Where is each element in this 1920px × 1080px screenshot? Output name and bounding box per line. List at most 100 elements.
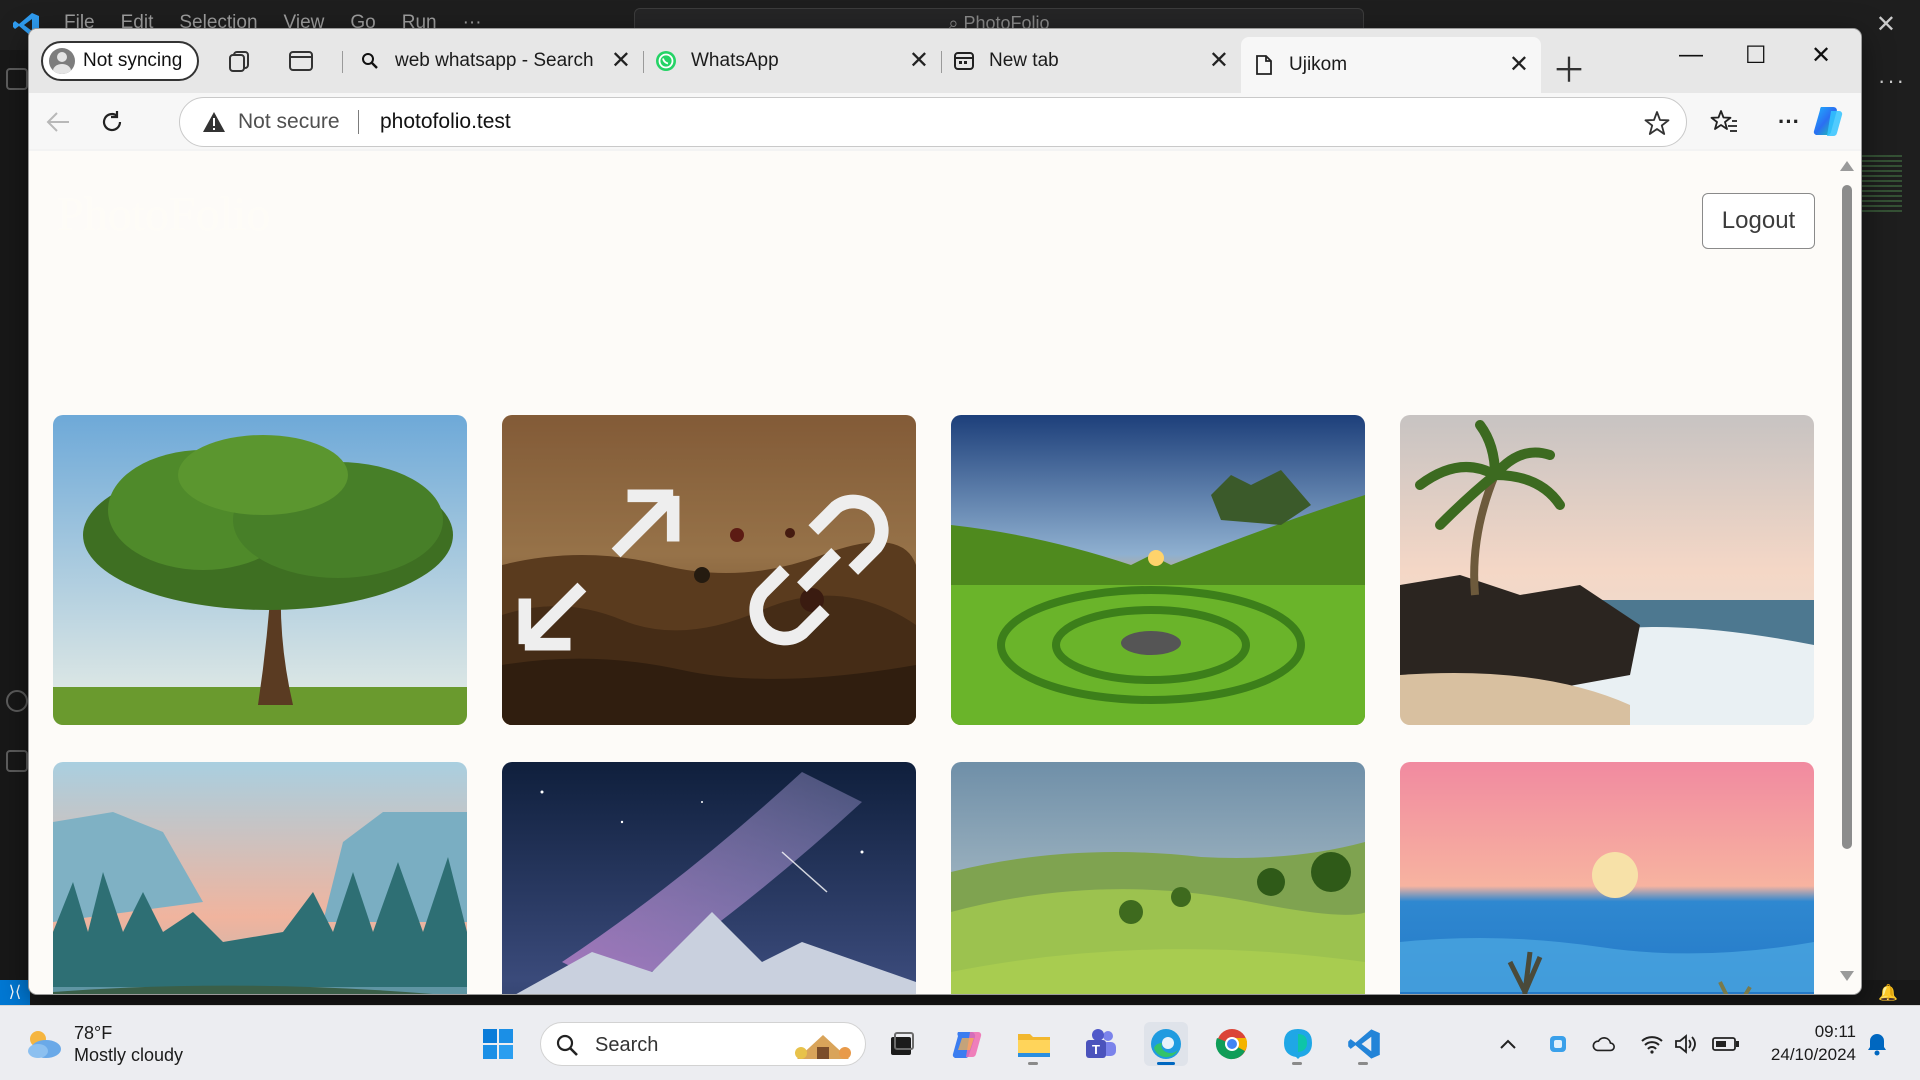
tab-ujikom[interactable]: Ujikom ✕ bbox=[1241, 37, 1541, 93]
close-tab-icon[interactable]: ✕ bbox=[1509, 53, 1529, 77]
vscode-activity-bar bbox=[0, 50, 30, 980]
copilot-button[interactable] bbox=[1811, 103, 1847, 139]
search-icon bbox=[359, 50, 381, 72]
favorites-button[interactable] bbox=[1709, 107, 1739, 137]
workspaces-icon[interactable] bbox=[225, 47, 253, 75]
tab-title: Ujikom bbox=[1289, 54, 1348, 75]
gallery-item-hills[interactable] bbox=[951, 762, 1365, 994]
tab-search[interactable]: web whatsapp - Search ✕ bbox=[347, 39, 643, 83]
address-divider bbox=[358, 110, 359, 134]
search-highlight-icon bbox=[795, 1035, 851, 1059]
avatar bbox=[49, 48, 75, 74]
gallery-item-forest[interactable] bbox=[53, 762, 467, 994]
gallery-item-valley[interactable] bbox=[951, 415, 1365, 725]
address-bar[interactable]: Not secure photofolio.test bbox=[179, 97, 1687, 147]
close-tab-icon[interactable]: ✕ bbox=[611, 49, 631, 73]
taskbar-app-teams[interactable]: T bbox=[1078, 1022, 1122, 1066]
tab-title: web whatsapp - Search bbox=[395, 50, 594, 71]
tree-photo bbox=[53, 415, 467, 725]
milky-way-photo bbox=[502, 762, 916, 994]
close-tab-icon[interactable]: ✕ bbox=[909, 49, 929, 73]
taskbar-app-taskview[interactable] bbox=[880, 1022, 924, 1066]
onedrive-cloud-icon[interactable] bbox=[1592, 1032, 1616, 1056]
settings-and-more-icon[interactable]: ··· bbox=[1774, 107, 1804, 137]
back-button[interactable] bbox=[43, 107, 73, 137]
whatsapp-icon bbox=[655, 50, 677, 72]
notifications-bell-icon[interactable]: 🔔 bbox=[1878, 983, 1898, 1003]
logout-button[interactable]: Logout bbox=[1702, 193, 1815, 249]
scroll-down-arrow-icon[interactable] bbox=[1840, 971, 1854, 981]
search-icon bbox=[556, 1034, 578, 1056]
edge-icon bbox=[1151, 1029, 1181, 1059]
scroll-up-arrow-icon[interactable] bbox=[1840, 161, 1854, 171]
tab-new-tab[interactable]: New tab ✕ bbox=[941, 39, 1241, 83]
notification-bell-icon[interactable] bbox=[1866, 1032, 1888, 1056]
gallery-item-moon[interactable] bbox=[1400, 762, 1814, 994]
gallery-item-tree[interactable] bbox=[53, 415, 467, 725]
site-brand[interactable]: PhotoFolio bbox=[57, 187, 270, 242]
tray-app-icon[interactable] bbox=[1546, 1032, 1570, 1056]
taskbar-app-explorer[interactable] bbox=[1012, 1022, 1056, 1066]
clock-time: 09:11 bbox=[1814, 1022, 1856, 1041]
scroll-thumb[interactable] bbox=[1842, 185, 1852, 849]
minimize-icon[interactable]: — bbox=[1679, 41, 1703, 69]
cloudy-weather-icon bbox=[28, 1031, 61, 1058]
vscode-close-icon[interactable]: ✕ bbox=[1876, 10, 1896, 39]
vscode-more-actions-icon[interactable]: ··· bbox=[1878, 68, 1906, 94]
settings-icon[interactable] bbox=[6, 750, 28, 772]
page-icon bbox=[1253, 54, 1275, 76]
url-text[interactable]: photofolio.test bbox=[380, 110, 511, 134]
forest-lake-photo bbox=[53, 762, 467, 994]
copilot-icon bbox=[1813, 106, 1843, 137]
taskbar-search-label: Search bbox=[595, 1034, 659, 1056]
explorer-icon[interactable] bbox=[6, 68, 28, 90]
svg-text:T: T bbox=[1092, 1042, 1100, 1057]
hover-actions bbox=[502, 415, 916, 725]
close-window-icon[interactable]: ✕ bbox=[1811, 41, 1831, 70]
link-icon[interactable] bbox=[722, 415, 916, 725]
security-label[interactable]: Not secure bbox=[238, 110, 340, 134]
battery-icon[interactable] bbox=[1712, 1032, 1740, 1056]
browser-window: Not syncing web whatsapp - Search ✕ What… bbox=[29, 29, 1861, 994]
remote-indicator-icon[interactable]: ⟩⟨ bbox=[0, 980, 30, 1005]
taskbar-app-edge[interactable] bbox=[1144, 1022, 1188, 1066]
weather-condition: Mostly cloudy bbox=[74, 1045, 184, 1065]
weather-temperature: 78°F bbox=[74, 1023, 113, 1043]
system-clock[interactable]: 09:11 24/10/2024 bbox=[1760, 1020, 1856, 1066]
page-content: PhotoFolio Logout bbox=[29, 151, 1861, 994]
gallery-item-beach[interactable] bbox=[1400, 415, 1814, 725]
tab-actions-icon[interactable] bbox=[287, 47, 315, 75]
tray-overflow-chevron-icon[interactable] bbox=[1496, 1032, 1520, 1056]
tab-whatsapp[interactable]: WhatsApp ✕ bbox=[643, 39, 941, 83]
account-icon[interactable] bbox=[6, 690, 28, 712]
weather-text: 78°F Mostly cloudy bbox=[74, 1022, 183, 1066]
taskbar-app-vscode[interactable] bbox=[1342, 1022, 1386, 1066]
expand-icon[interactable] bbox=[502, 415, 696, 725]
refresh-button[interactable] bbox=[97, 107, 127, 137]
taskbar-search[interactable]: Search bbox=[540, 1022, 866, 1066]
taskbar-app-chrome[interactable] bbox=[1210, 1022, 1254, 1066]
wifi-icon[interactable] bbox=[1640, 1032, 1664, 1056]
weather-widget[interactable]: 78°F Mostly cloudy bbox=[24, 1022, 183, 1066]
maximize-icon[interactable]: ☐ bbox=[1745, 41, 1767, 70]
green-valley-photo bbox=[951, 415, 1365, 725]
warning-icon[interactable] bbox=[202, 111, 226, 133]
moon-sea-photo bbox=[1400, 762, 1814, 994]
green-hills-photo bbox=[951, 762, 1365, 994]
chrome-icon bbox=[1215, 1029, 1248, 1060]
profile-button[interactable]: Not syncing bbox=[41, 41, 199, 81]
taskbar-app-copilot[interactable] bbox=[946, 1022, 990, 1066]
task-view-icon bbox=[891, 1032, 914, 1055]
palm-beach-photo bbox=[1400, 415, 1814, 725]
windows-start-icon[interactable] bbox=[482, 1028, 514, 1060]
gallery-item-balloons[interactable] bbox=[502, 415, 916, 725]
taskbar-app-copilot-2[interactable] bbox=[1276, 1022, 1320, 1066]
favorite-star-icon[interactable] bbox=[1644, 110, 1670, 136]
running-indicator bbox=[1292, 1062, 1302, 1065]
close-tab-icon[interactable]: ✕ bbox=[1209, 49, 1229, 73]
gallery-item-milkyway[interactable] bbox=[502, 762, 916, 994]
new-tab-button[interactable]: ＋ bbox=[1552, 43, 1586, 92]
page-scrollbar[interactable] bbox=[1837, 157, 1855, 987]
volume-icon[interactable] bbox=[1674, 1032, 1698, 1056]
profile-label: Not syncing bbox=[83, 50, 183, 71]
